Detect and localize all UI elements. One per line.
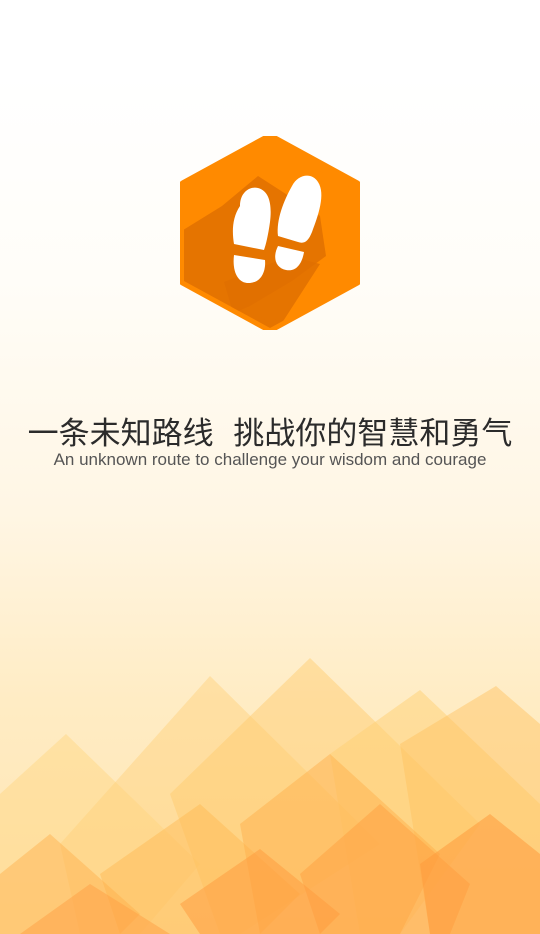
mountain-background-graphic (0, 634, 540, 934)
tagline-chinese: 一条未知路线 挑战你的智慧和勇气 (27, 416, 513, 452)
footprints-hexagon-icon (180, 136, 360, 330)
tagline-english: An unknown route to challenge your wisdo… (53, 450, 487, 469)
app-logo (180, 136, 360, 330)
